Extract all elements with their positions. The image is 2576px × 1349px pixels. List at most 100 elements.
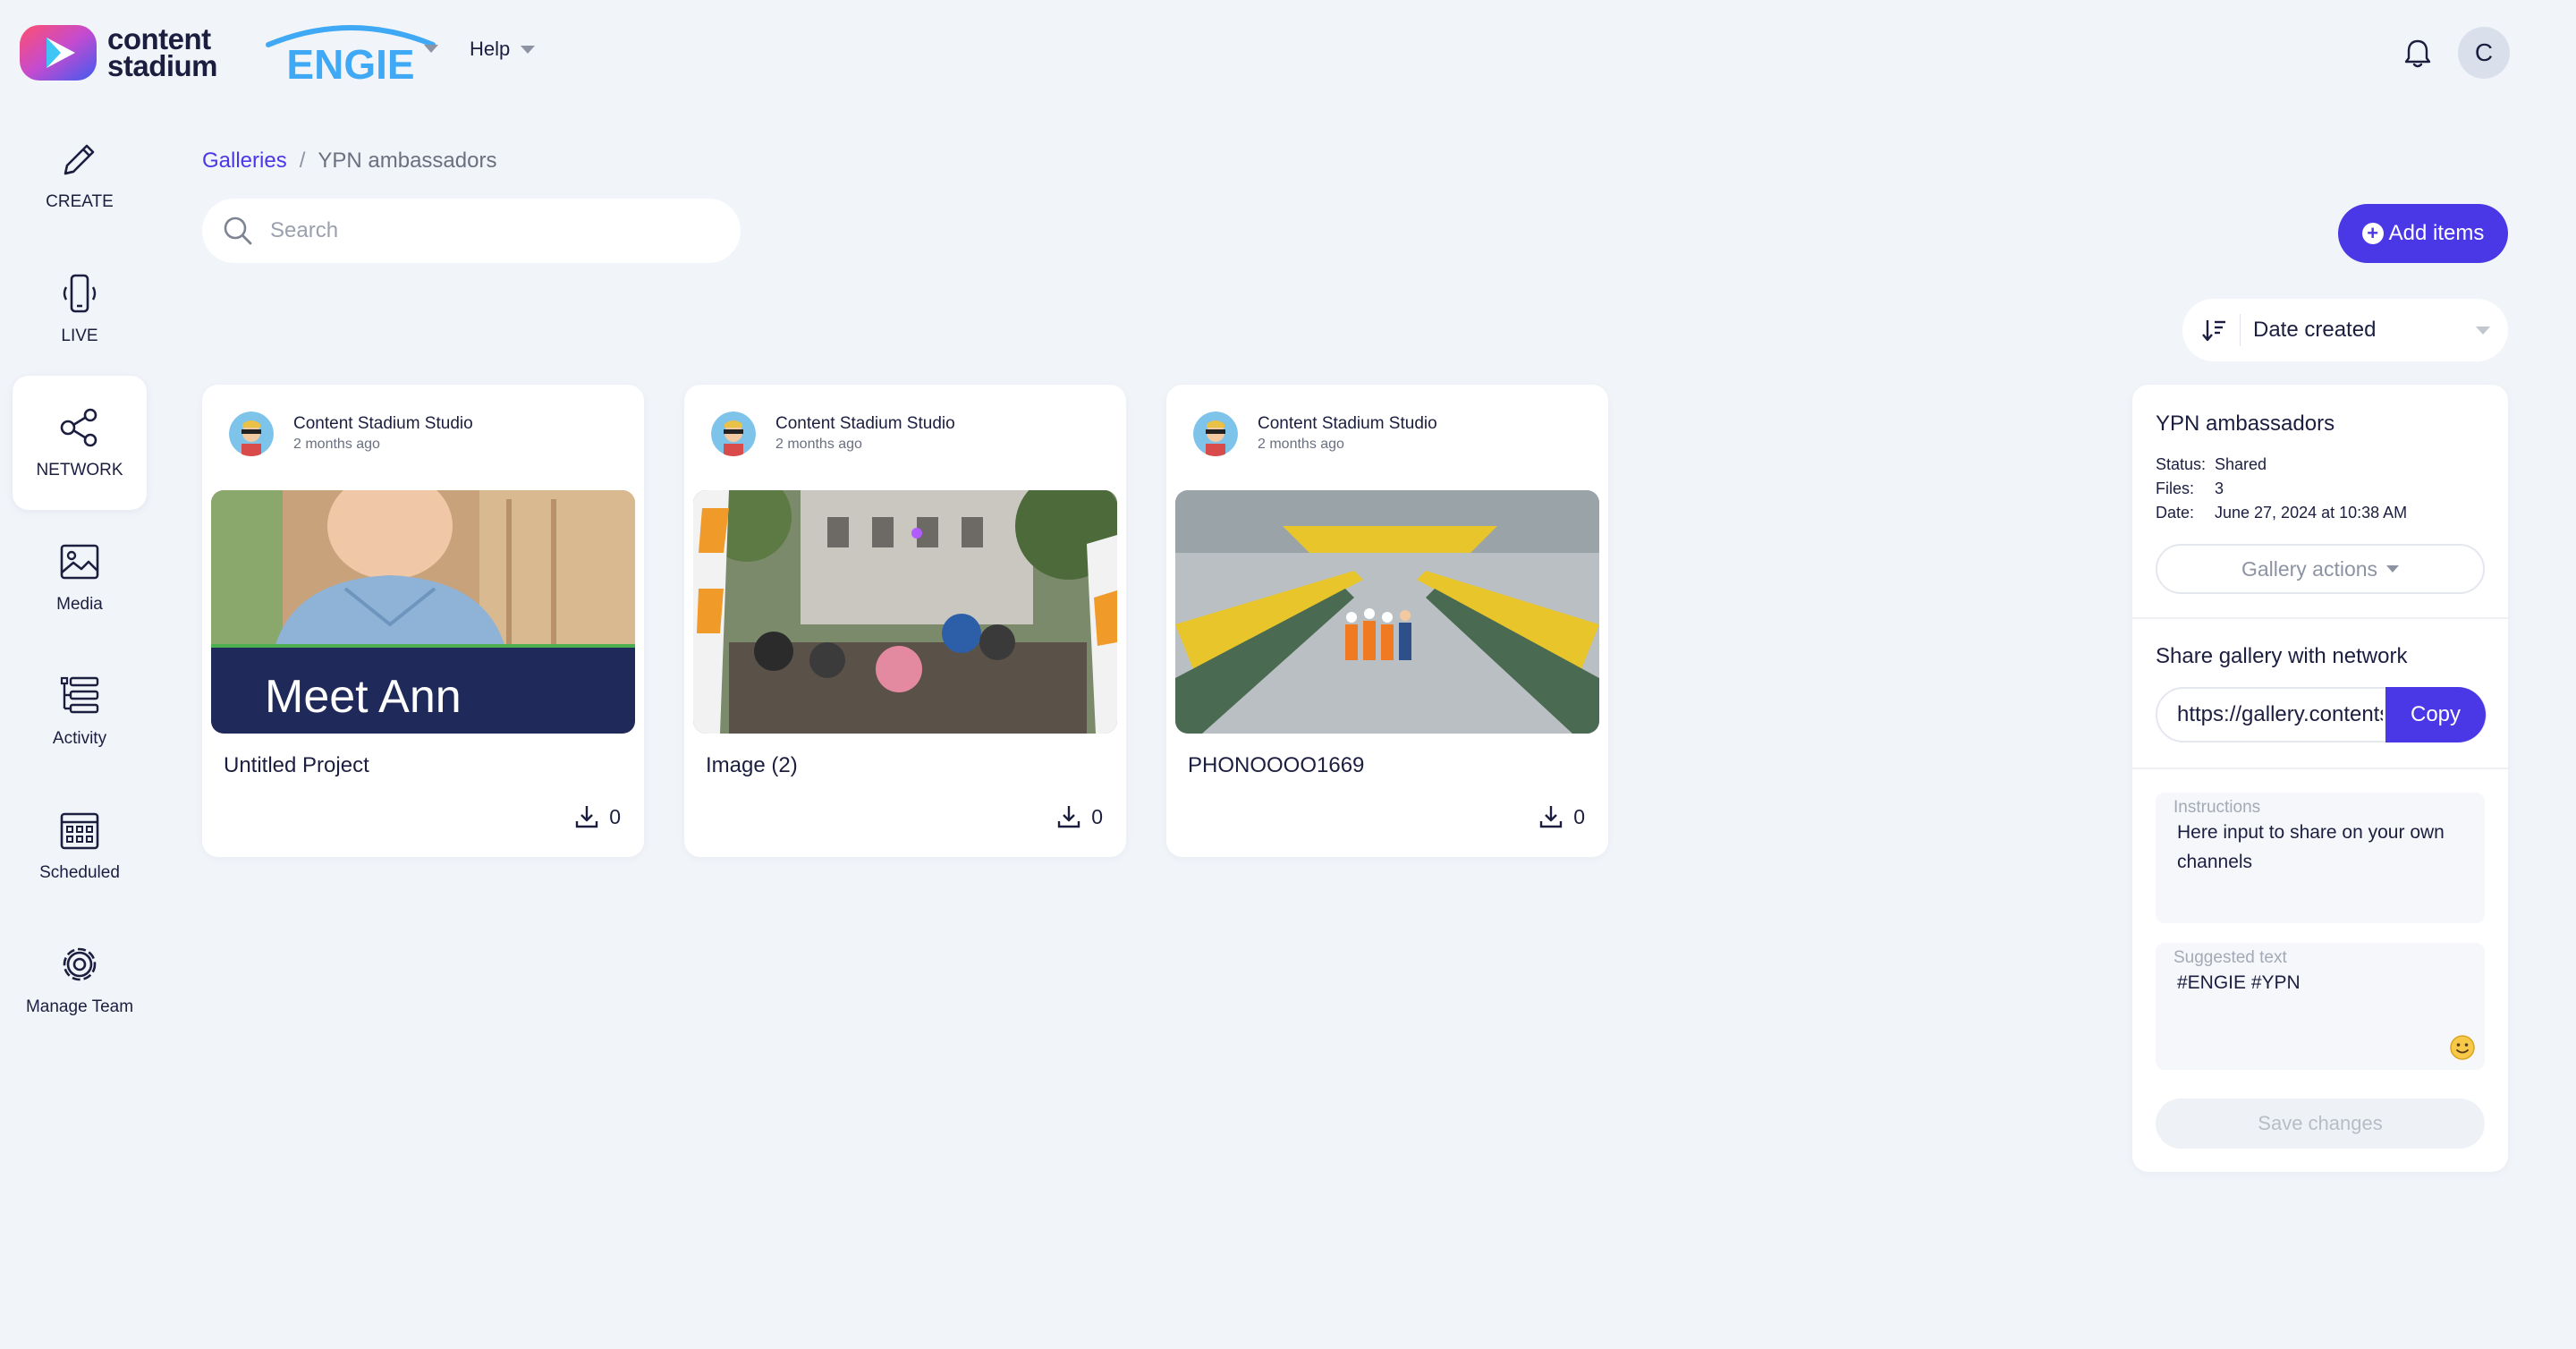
search-icon <box>224 216 252 245</box>
sidebar-item-label: NETWORK <box>36 461 123 479</box>
breadcrumb-separator: / <box>299 148 306 173</box>
gallery-details-panel: YPN ambassadors Status: Shared Files: 3 Da… <box>2132 385 2508 1172</box>
user-avatar[interactable]: C <box>2458 27 2510 79</box>
post-time: 2 months ago <box>1258 437 1344 452</box>
gallery-meta: Status: Shared Files: 3 Date: June 27, 2024… <box>2156 453 2407 525</box>
suggested-text-value[interactable]: #ENGIE #YPN <box>2177 968 2467 997</box>
divider <box>2132 617 2508 619</box>
industrial-pipes-thumbnail-image <box>1175 490 1599 734</box>
share-icon <box>60 408 97 447</box>
status-label: Status: <box>2156 455 2207 473</box>
sidebar-item-activity[interactable]: Activity <box>13 644 147 778</box>
breadcrumb-galleries-link[interactable]: Galleries <box>202 148 287 174</box>
author-name: Content Stadium Studio <box>1258 414 1437 433</box>
card-author: Content Stadium Studio 2 months ago <box>711 411 955 456</box>
meet-ann-thumbnail-image: Meet Ann <box>211 490 635 734</box>
copy-button[interactable]: Copy <box>2385 687 2486 742</box>
date-value: June 27, 2024 at 10:38 AM <box>2215 504 2408 522</box>
gear-icon <box>63 947 97 981</box>
card-title: Image (2) <box>706 753 798 777</box>
card-author: Content Stadium Studio 2 months ago <box>229 411 473 456</box>
add-items-button[interactable]: + Add items <box>2338 204 2508 263</box>
logo-text: content stadium <box>107 24 218 82</box>
suggested-text-label: Suggested text <box>2174 948 2287 967</box>
sidebar-item-label: CREATE <box>46 192 114 211</box>
download-count[interactable]: 0 <box>573 803 621 830</box>
instructions-field[interactable]: Instructions Here input to share on your… <box>2156 793 2485 923</box>
sidebar-item-label: Manage Team <box>25 997 134 1016</box>
download-count-value: 0 <box>609 804 621 828</box>
app-window: content stadium ENGIE Help C CREATE LIVE <box>0 0 2576 1349</box>
card-thumbnail[interactable]: Meet Ann <box>211 490 635 734</box>
author-avatar <box>1193 411 1238 456</box>
breadcrumb: Galleries / YPN ambassadors <box>202 148 496 174</box>
download-count-value: 0 <box>1091 804 1103 828</box>
sidebar-item-scheduled[interactable]: Scheduled <box>13 778 147 912</box>
share-link-input[interactable] <box>2157 702 2383 727</box>
search-bar[interactable] <box>202 199 741 263</box>
download-count[interactable]: 0 <box>1055 803 1103 830</box>
divider <box>2132 768 2508 769</box>
thumbnail-title: Meet Ann <box>265 671 462 723</box>
add-items-label: Add items <box>2388 221 2485 245</box>
sidebar-item-create[interactable]: CREATE <box>13 107 147 242</box>
gallery-card[interactable]: Content Stadium Studio 2 months ago <box>684 385 1126 857</box>
sidebar-item-manage-team[interactable]: Manage Team <box>13 912 147 1047</box>
files-value: 3 <box>2215 479 2224 497</box>
sort-divider <box>2240 314 2241 346</box>
chevron-down-icon <box>2386 565 2400 573</box>
gallery-actions-label: Gallery actions <box>2241 556 2378 581</box>
phone-icon <box>63 274 97 313</box>
help-menu[interactable]: Help <box>470 38 536 61</box>
engie-brand-logo[interactable]: ENGIE <box>261 23 440 86</box>
author-name: Content Stadium Studio <box>775 414 955 433</box>
sidebar-item-label: LIVE <box>61 327 98 345</box>
logo-text-line2: stadium <box>107 49 218 82</box>
save-changes-button[interactable]: Save changes <box>2156 1099 2485 1149</box>
sidebar-item-media[interactable]: Media <box>13 510 147 644</box>
logo-mark-icon <box>20 25 97 81</box>
sidebar-item-live[interactable]: LIVE <box>13 242 147 376</box>
instructions-value[interactable]: Here input to share on your own channels <box>2177 818 2467 877</box>
files-label: Files: <box>2156 479 2195 497</box>
outdoor-event-thumbnail-image <box>693 490 1117 734</box>
gallery-card[interactable]: Content Stadium Studio 2 months ago Meet… <box>202 385 644 857</box>
download-count[interactable]: 0 <box>1538 803 1585 830</box>
gallery-card[interactable]: Content Stadium Studio 2 months ago <box>1166 385 1608 857</box>
gallery-actions-button[interactable]: Gallery actions <box>2156 544 2485 594</box>
emoji-picker-icon[interactable] <box>2449 1034 2476 1061</box>
card-thumbnail[interactable] <box>693 490 1117 734</box>
suggested-text-field[interactable]: Suggested text #ENGIE #YPN <box>2156 943 2485 1070</box>
sort-descending-icon <box>2202 320 2225 342</box>
sort-label: Date created <box>2253 318 2377 342</box>
breadcrumb-current: YPN ambassadors <box>318 148 497 173</box>
instructions-label: Instructions <box>2174 798 2261 817</box>
date-label: Date: <box>2156 504 2195 522</box>
card-author: Content Stadium Studio 2 months ago <box>1193 411 1437 456</box>
brand-name: ENGIE <box>286 41 414 86</box>
list-icon <box>60 676 99 714</box>
card-thumbnail[interactable] <box>1175 490 1599 734</box>
download-icon <box>1540 806 1563 828</box>
post-time: 2 months ago <box>775 437 862 452</box>
search-input[interactable] <box>270 218 699 243</box>
card-title: Untitled Project <box>224 753 369 777</box>
sidebar-item-network[interactable]: NETWORK <box>13 376 147 510</box>
brand-dropdown-icon[interactable] <box>424 45 438 53</box>
status-value: Shared <box>2215 455 2267 473</box>
image-icon <box>60 544 99 580</box>
sidebar-item-label: Activity <box>52 729 107 748</box>
panel-title: YPN ambassadors <box>2156 411 2335 436</box>
sidebar-item-label: Scheduled <box>39 863 120 882</box>
content-stadium-logo[interactable]: content stadium <box>20 24 218 82</box>
help-label: Help <box>470 38 511 60</box>
author-avatar <box>229 411 274 456</box>
author-avatar <box>711 411 756 456</box>
download-icon <box>1058 806 1080 828</box>
post-time: 2 months ago <box>293 437 380 452</box>
bell-icon[interactable] <box>2400 36 2436 72</box>
pencil-icon <box>64 144 95 175</box>
download-icon <box>576 806 598 828</box>
sidebar-item-label: Media <box>56 595 103 614</box>
sort-dropdown[interactable]: Date created <box>2182 299 2508 361</box>
